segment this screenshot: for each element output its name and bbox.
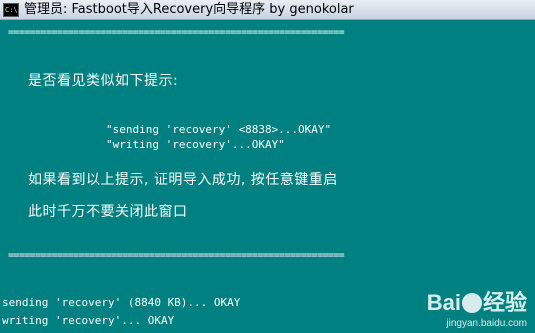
warning-note: 此时千万不要关闭此窗口 bbox=[28, 204, 188, 220]
console-app-icon[interactable]: C:\ bbox=[3, 3, 19, 17]
watermark-brand-left: Bai bbox=[426, 290, 461, 315]
watermark-brand-right: 经验 bbox=[482, 290, 527, 315]
prompt-question: 是否看见类似如下提示: bbox=[28, 73, 179, 89]
console-window: C:\ 管理员: Fastboot导入Recovery向导程序 by genok… bbox=[0, 0, 535, 333]
separator-top: ========================================… bbox=[8, 27, 345, 38]
output-sending-line: sending 'recovery' (8840 KB)... OKAY bbox=[2, 296, 241, 309]
output-writing-line: writing 'recovery'... OKAY bbox=[2, 314, 175, 327]
paw-icon bbox=[461, 293, 482, 313]
window-title: 管理员: Fastboot导入Recovery向导程序 by genokolar bbox=[24, 2, 354, 17]
title-bar[interactable]: C:\ 管理员: Fastboot导入Recovery向导程序 by genok… bbox=[0, 0, 535, 20]
separator-bottom: ========================================… bbox=[8, 250, 345, 261]
example-sending-line: "sending 'recovery' <8838>...OKAY" bbox=[106, 123, 332, 136]
watermark-url: jingyan.baidu.com bbox=[446, 318, 527, 329]
baidu-jingyan-watermark: Bai 经验 jingyan.baidu.com bbox=[399, 285, 529, 329]
example-writing-line: "writing 'recovery'...OKAY" bbox=[106, 138, 285, 151]
success-note: 如果看到以上提示, 证明导入成功, 按任意键重启 bbox=[28, 172, 338, 188]
watermark-logo: Bai 经验 bbox=[427, 285, 527, 317]
